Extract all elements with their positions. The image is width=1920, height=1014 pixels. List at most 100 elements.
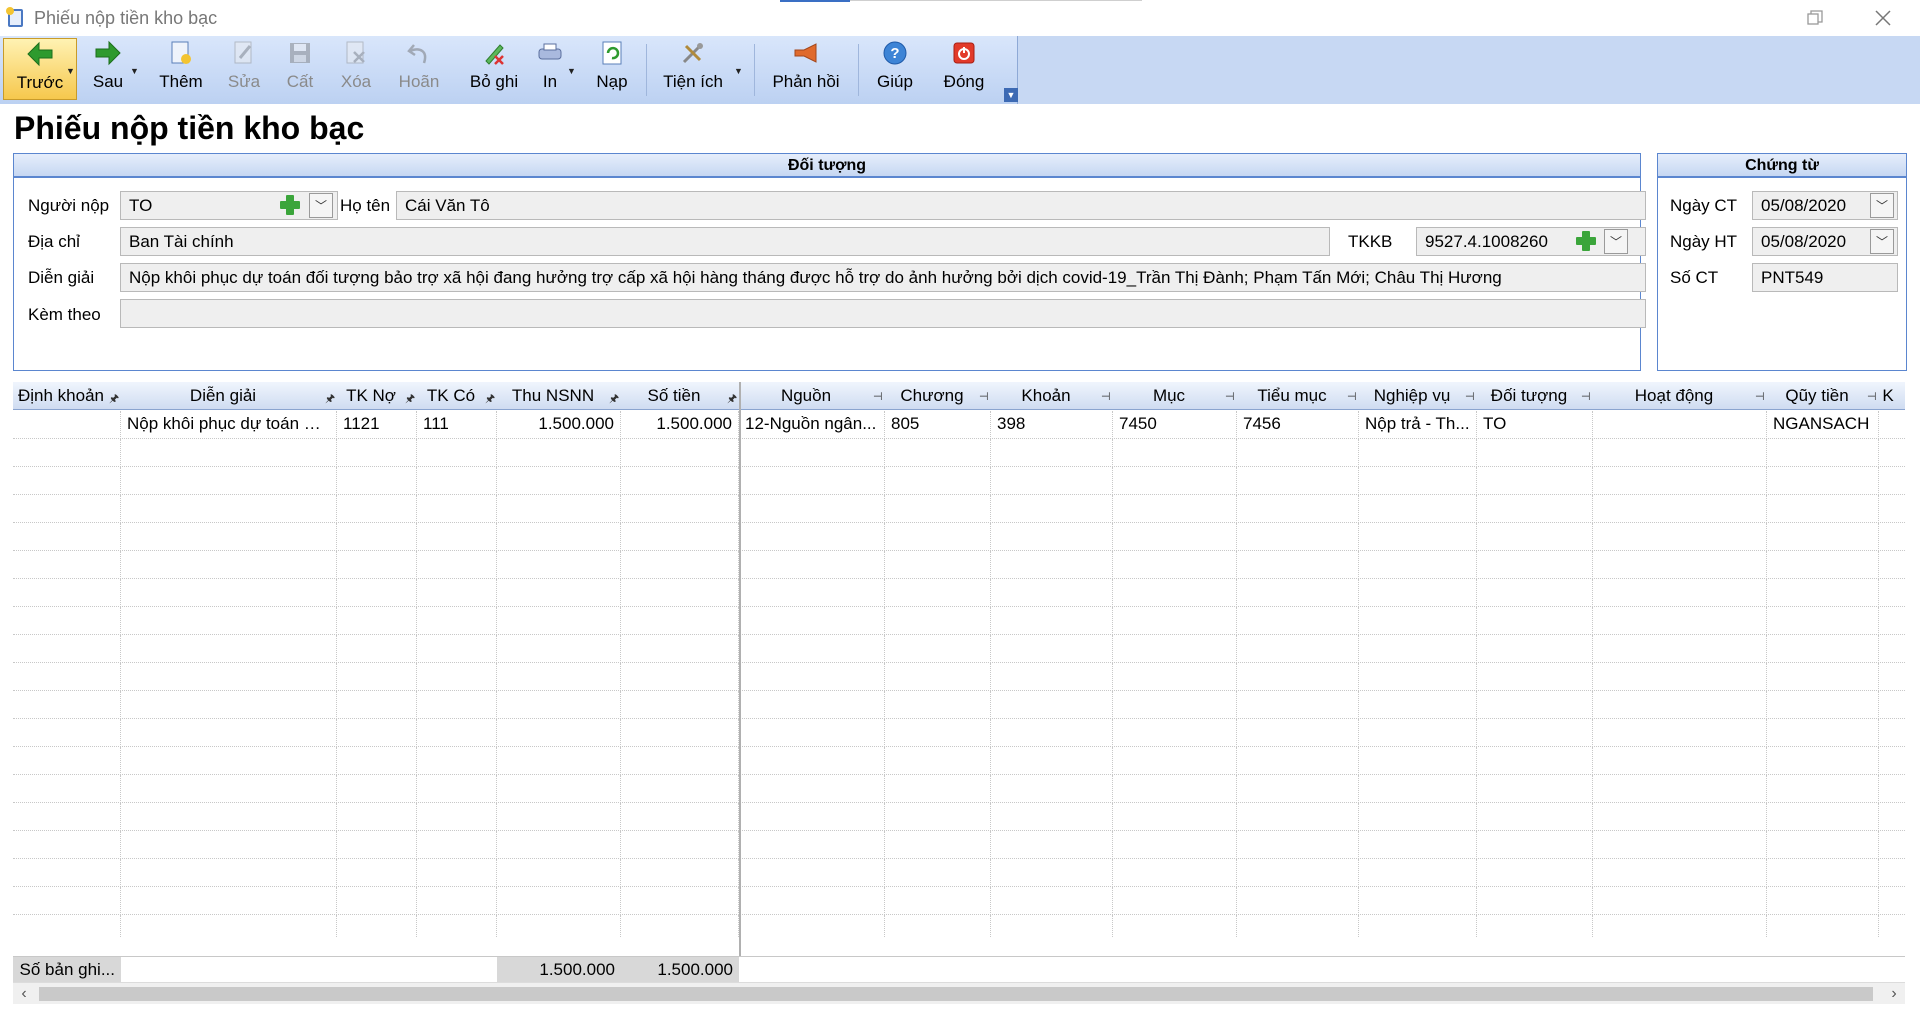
pin-icon[interactable]: 🖈 (405, 390, 415, 409)
table-cell[interactable] (1879, 551, 1905, 579)
table-cell[interactable] (417, 691, 497, 719)
table-cell[interactable] (121, 859, 337, 887)
table-cell[interactable] (337, 467, 417, 495)
table-row[interactable]: Nộp khôi phục dự toán đố... 1121 111 1.500.… (13, 411, 1905, 439)
column-header[interactable]: Diễn giải (121, 382, 325, 410)
table-cell[interactable] (121, 887, 337, 915)
table-cell[interactable] (885, 803, 991, 831)
table-cell[interactable] (1113, 579, 1237, 607)
next-button[interactable]: Sau (88, 38, 128, 100)
table-cell[interactable] (885, 495, 991, 523)
dien-giai-input[interactable]: Nộp khôi phục dự toán đối tượng bảo trợ … (120, 263, 1646, 292)
table-cell[interactable] (1113, 635, 1237, 663)
table-cell[interactable] (885, 635, 991, 663)
table-row[interactable] (13, 467, 1905, 495)
table-cell[interactable] (497, 607, 621, 635)
column-header[interactable]: Qũy tiền (1767, 382, 1867, 410)
table-cell[interactable] (1767, 663, 1879, 691)
table-cell[interactable] (1237, 691, 1359, 719)
table-cell[interactable] (1879, 663, 1905, 691)
table-cell[interactable] (621, 663, 739, 691)
table-cell[interactable] (497, 551, 621, 579)
table-cell[interactable]: Nộp khôi phục dự toán đố... (121, 411, 337, 439)
table-cell[interactable] (991, 747, 1113, 775)
pin-icon[interactable]: 🖈 (727, 390, 737, 409)
table-cell[interactable] (1767, 579, 1879, 607)
table-cell[interactable] (497, 831, 621, 859)
table-cell[interactable] (337, 551, 417, 579)
column-header[interactable]: Nghiệp vụ (1359, 382, 1465, 410)
delete-button[interactable]: Xóa (334, 38, 378, 100)
table-cell[interactable] (121, 663, 337, 691)
table-cell[interactable] (1113, 747, 1237, 775)
table-cell[interactable] (417, 747, 497, 775)
pin-icon[interactable]: 🖈 (609, 390, 619, 409)
table-cell[interactable]: 12-Nguồn ngân... (739, 411, 885, 439)
table-cell[interactable] (1477, 831, 1593, 859)
table-cell[interactable] (337, 803, 417, 831)
table-cell[interactable] (337, 915, 417, 937)
table-cell[interactable] (991, 719, 1113, 747)
table-cell[interactable] (337, 663, 417, 691)
table-cell[interactable] (621, 579, 739, 607)
table-cell[interactable] (991, 607, 1113, 635)
table-cell[interactable] (1237, 607, 1359, 635)
table-row[interactable] (13, 747, 1905, 775)
table-cell[interactable] (13, 831, 121, 859)
table-cell[interactable] (621, 551, 739, 579)
table-cell[interactable] (1593, 859, 1767, 887)
print-button[interactable]: In (536, 38, 564, 100)
table-cell[interactable] (497, 523, 621, 551)
table-cell[interactable] (621, 467, 739, 495)
table-cell[interactable] (1477, 467, 1593, 495)
unpin-icon[interactable]: ⊣ (979, 390, 989, 403)
table-cell[interactable] (13, 551, 121, 579)
table-row[interactable] (13, 663, 1905, 691)
table-cell[interactable] (1237, 859, 1359, 887)
table-cell[interactable]: Nộp trả - Th... (1359, 411, 1477, 439)
table-cell[interactable] (1359, 607, 1477, 635)
table-cell[interactable] (497, 859, 621, 887)
table-cell[interactable] (1767, 635, 1879, 663)
table-cell[interactable] (121, 747, 337, 775)
table-cell[interactable] (121, 523, 337, 551)
table-cell[interactable] (739, 747, 885, 775)
table-cell[interactable] (1767, 551, 1879, 579)
table-cell[interactable] (1237, 831, 1359, 859)
table-cell[interactable] (1477, 887, 1593, 915)
table-cell[interactable] (1879, 803, 1905, 831)
table-cell[interactable] (121, 691, 337, 719)
table-cell[interactable] (13, 775, 121, 803)
close-form-button[interactable]: Đóng (938, 38, 990, 100)
table-cell[interactable] (621, 719, 739, 747)
table-cell[interactable] (13, 747, 121, 775)
table-cell[interactable] (417, 635, 497, 663)
table-cell[interactable] (1879, 495, 1905, 523)
table-cell[interactable] (1767, 439, 1879, 467)
table-cell[interactable] (497, 803, 621, 831)
pin-icon[interactable]: 🖈 (325, 390, 335, 409)
table-cell[interactable] (991, 887, 1113, 915)
table-cell[interactable] (121, 803, 337, 831)
add-nguoi-nop-button[interactable] (278, 193, 302, 217)
table-cell[interactable] (1879, 467, 1905, 495)
table-cell[interactable] (885, 551, 991, 579)
table-row[interactable] (13, 635, 1905, 663)
table-cell[interactable] (497, 691, 621, 719)
table-cell[interactable] (497, 775, 621, 803)
table-cell[interactable] (1477, 691, 1593, 719)
table-cell[interactable] (1879, 579, 1905, 607)
table-cell[interactable] (739, 607, 885, 635)
table-row[interactable] (13, 691, 1905, 719)
table-cell[interactable] (885, 663, 991, 691)
utilities-dropdown[interactable]: ▼ (734, 66, 743, 76)
table-cell[interactable] (739, 887, 885, 915)
column-header[interactable]: Đối tượng (1477, 382, 1581, 410)
table-cell[interactable] (885, 467, 991, 495)
table-cell[interactable] (497, 579, 621, 607)
table-cell[interactable] (1113, 495, 1237, 523)
table-cell[interactable] (991, 439, 1113, 467)
table-cell[interactable] (991, 831, 1113, 859)
table-cell[interactable] (1359, 551, 1477, 579)
table-cell[interactable] (497, 747, 621, 775)
